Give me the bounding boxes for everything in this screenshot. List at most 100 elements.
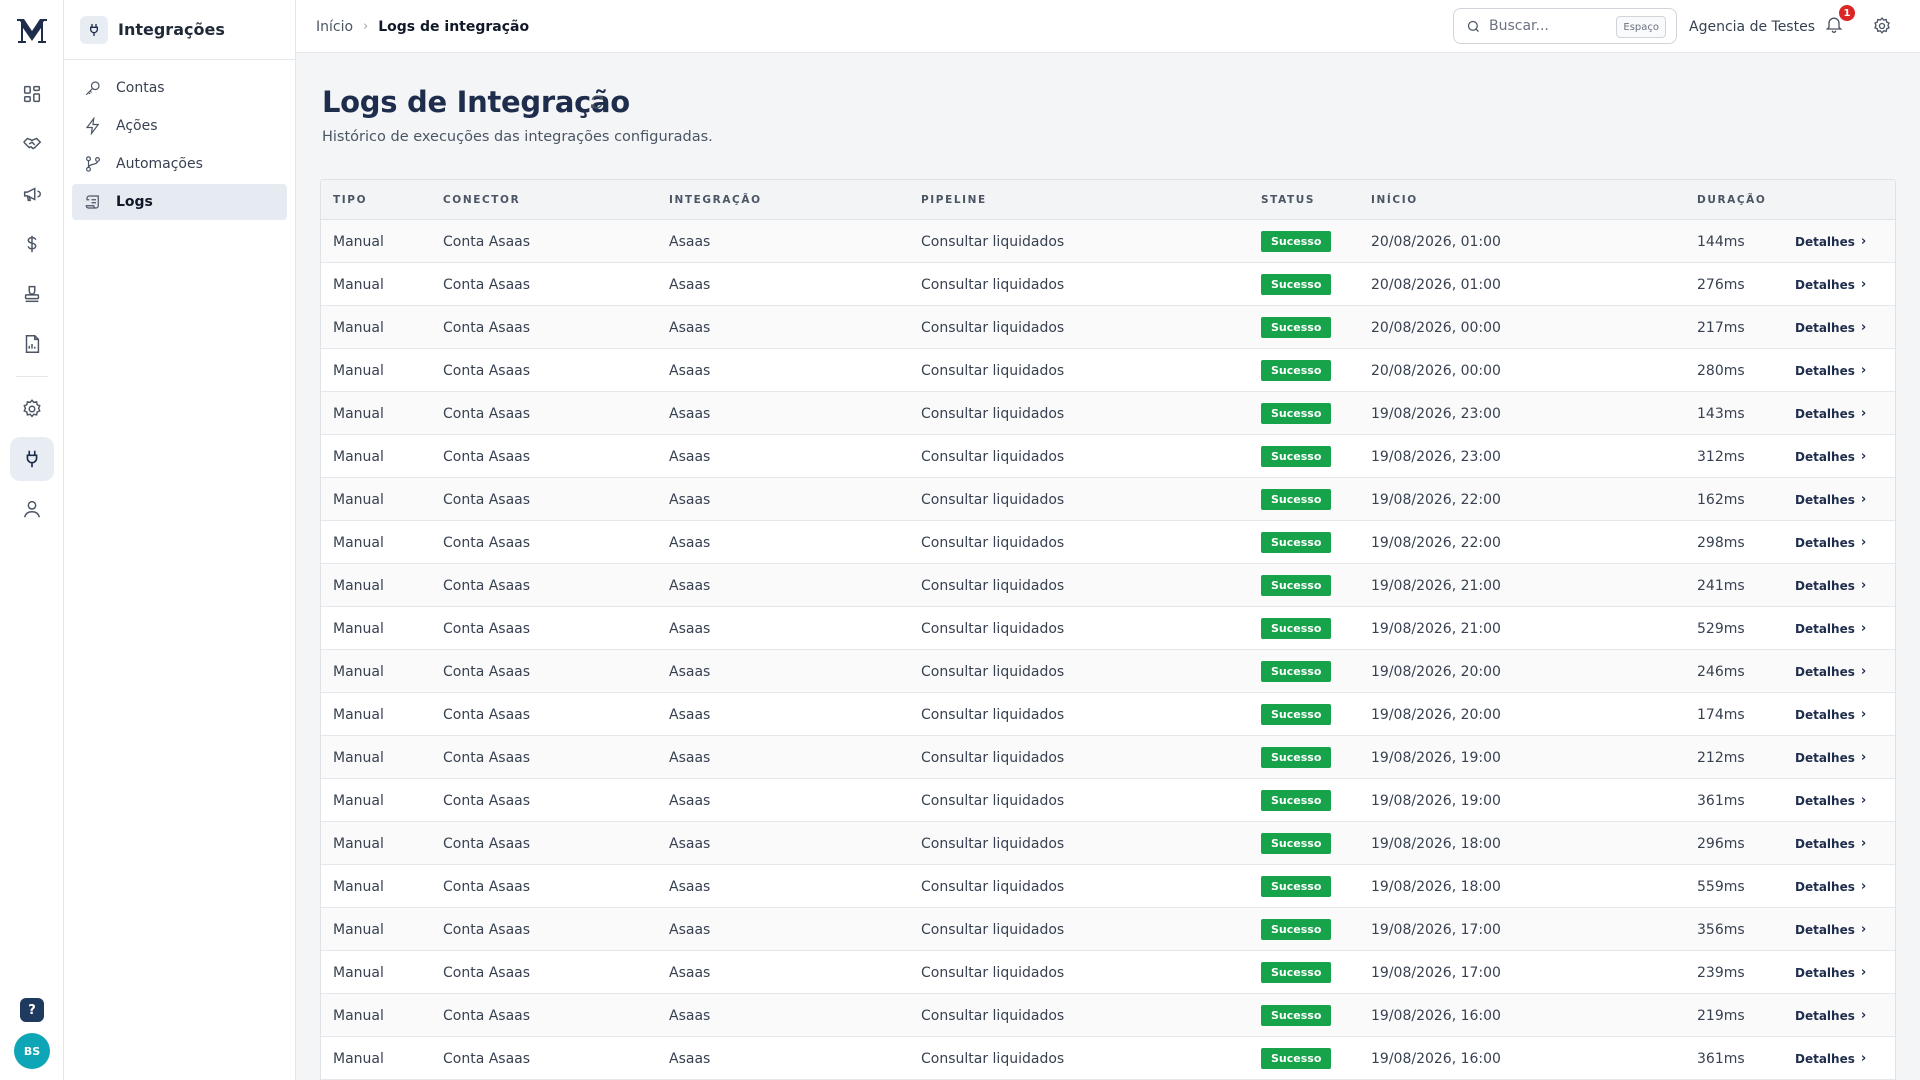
sidebar-item-logs[interactable]: Logs xyxy=(72,184,287,220)
page-subtitle: Histórico de execuções das integrações c… xyxy=(322,129,713,145)
cell-actions: Detalhes › xyxy=(1795,607,1866,650)
cell-integracao: Asaas xyxy=(669,1007,711,1024)
table-row[interactable]: Manual Conta Asaas Asaas Consultar liquidad… xyxy=(321,994,1895,1037)
cell-status: Sucesso xyxy=(1261,951,1332,994)
table-row[interactable]: Manual Conta Asaas Asaas Consultar liquidad… xyxy=(321,521,1895,564)
cell-status: Sucesso xyxy=(1261,1037,1332,1080)
details-link[interactable]: Detalhes › xyxy=(1795,879,1866,894)
table-row[interactable]: Manual Conta Asaas Asaas Consultar liquidad… xyxy=(321,693,1895,736)
rail-integrations-button[interactable] xyxy=(10,437,54,481)
table-row[interactable]: Manual Conta Asaas Asaas Consultar liquidad… xyxy=(321,908,1895,951)
column-header-pipeline[interactable]: Pipeline xyxy=(921,180,987,220)
status-badge: Sucesso xyxy=(1261,876,1332,897)
status-badge: Sucesso xyxy=(1261,403,1332,424)
column-header-duracao[interactable]: Duração xyxy=(1697,180,1766,220)
cell-status: Sucesso xyxy=(1261,349,1332,392)
breadcrumb-home[interactable]: Início xyxy=(316,19,353,35)
table-row[interactable]: Manual Conta Asaas Asaas Consultar liquidad… xyxy=(321,392,1895,435)
details-label: Detalhes xyxy=(1795,664,1855,679)
cell-integracao: Asaas xyxy=(669,448,711,465)
details-link[interactable]: Detalhes › xyxy=(1795,750,1866,765)
details-link[interactable]: Detalhes › xyxy=(1795,922,1866,937)
details-link[interactable]: Detalhes › xyxy=(1795,406,1866,421)
details-link[interactable]: Detalhes › xyxy=(1795,707,1866,722)
search-input[interactable] xyxy=(1489,18,1607,34)
table-row[interactable]: Manual Conta Asaas Asaas Consultar liquidad… xyxy=(321,220,1895,263)
table-row[interactable]: Manual Conta Asaas Asaas Consultar liquidad… xyxy=(321,779,1895,822)
table-row[interactable]: Manual Conta Asaas Asaas Consultar liquidad… xyxy=(321,435,1895,478)
cell-actions: Detalhes › xyxy=(1795,951,1866,994)
rail-reports-button[interactable] xyxy=(10,322,54,366)
sidebar-item-automacoes[interactable]: Automações xyxy=(72,146,287,182)
sidebar-item-label: Automações xyxy=(116,156,203,172)
cell-status: Sucesso xyxy=(1261,521,1332,564)
sidebar-header: Integrações xyxy=(64,0,295,60)
details-link[interactable]: Detalhes › xyxy=(1795,320,1866,335)
cell-status: Sucesso xyxy=(1261,822,1332,865)
refresh-button[interactable] xyxy=(588,93,606,111)
details-link[interactable]: Detalhes › xyxy=(1795,836,1866,851)
column-header-tipo[interactable]: Tipo xyxy=(333,180,367,220)
cell-conector: Conta Asaas xyxy=(443,620,531,637)
rail-users-button[interactable] xyxy=(10,487,54,531)
table-row[interactable]: Manual Conta Asaas Asaas Consultar liquidad… xyxy=(321,822,1895,865)
details-link[interactable]: Detalhes › xyxy=(1795,535,1866,550)
table-row[interactable]: Manual Conta Asaas Asaas Consultar liquidad… xyxy=(321,607,1895,650)
rail-documents-button[interactable] xyxy=(10,272,54,316)
details-label: Detalhes xyxy=(1795,965,1855,980)
organization-name[interactable]: Agencia de Testes xyxy=(1689,0,1815,53)
table-row[interactable]: Manual Conta Asaas Asaas Consultar liquidad… xyxy=(321,650,1895,693)
details-link[interactable]: Detalhes › xyxy=(1795,578,1866,593)
table-row[interactable]: Manual Conta Asaas Asaas Consultar liquidad… xyxy=(321,951,1895,994)
table-row[interactable]: Manual Conta Asaas Asaas Consultar liquidad… xyxy=(321,564,1895,607)
details-link[interactable]: Detalhes › xyxy=(1795,664,1866,679)
rail-settings-button[interactable] xyxy=(10,387,54,431)
cell-integracao: Asaas xyxy=(669,878,711,895)
cell-actions: Detalhes › xyxy=(1795,908,1866,951)
column-header-status[interactable]: Status xyxy=(1261,180,1315,220)
details-link[interactable]: Detalhes › xyxy=(1795,965,1866,980)
search-box[interactable]: Espaço xyxy=(1453,8,1677,44)
sidebar-title: Integrações xyxy=(118,20,225,39)
details-link[interactable]: Detalhes › xyxy=(1795,449,1866,464)
cell-duracao: 559ms xyxy=(1697,878,1745,895)
rail-dashboard-button[interactable] xyxy=(10,72,54,116)
rail-finance-button[interactable] xyxy=(10,222,54,266)
settings-button[interactable] xyxy=(1872,16,1892,36)
details-label: Detalhes xyxy=(1795,621,1855,636)
rail-deals-button[interactable] xyxy=(10,122,54,166)
table-row[interactable]: Manual Conta Asaas Asaas Consultar liquidad… xyxy=(321,736,1895,779)
details-link[interactable]: Detalhes › xyxy=(1795,492,1866,507)
sidebar-item-contas[interactable]: Contas xyxy=(72,70,287,106)
details-link[interactable]: Detalhes › xyxy=(1795,1008,1866,1023)
help-button[interactable]: ? xyxy=(20,998,44,1022)
details-link[interactable]: Detalhes › xyxy=(1795,793,1866,808)
details-link[interactable]: Detalhes › xyxy=(1795,234,1866,249)
details-link[interactable]: Detalhes › xyxy=(1795,621,1866,636)
table-row[interactable]: Manual Conta Asaas Asaas Consultar liquidad… xyxy=(321,263,1895,306)
table-row[interactable]: Manual Conta Asaas Asaas Consultar liquidad… xyxy=(321,306,1895,349)
sidebar-item-acoes[interactable]: Ações xyxy=(72,108,287,144)
table-row[interactable]: Manual Conta Asaas Asaas Consultar liquidad… xyxy=(321,349,1895,392)
search-shortcut-hint: Espaço xyxy=(1616,16,1666,38)
status-badge: Sucesso xyxy=(1261,360,1332,381)
column-header-integracao[interactable]: Integração xyxy=(669,180,762,220)
app-logo[interactable] xyxy=(16,16,48,44)
rail-marketing-button[interactable] xyxy=(10,172,54,216)
table-row[interactable]: Manual Conta Asaas Asaas Consultar liquidad… xyxy=(321,865,1895,908)
table-row[interactable]: Manual Conta Asaas Asaas Consultar liquidad… xyxy=(321,478,1895,521)
cell-actions: Detalhes › xyxy=(1795,392,1866,435)
table-row[interactable]: Manual Conta Asaas Asaas Consultar liquidad… xyxy=(321,1037,1895,1080)
cell-conector: Conta Asaas xyxy=(443,319,531,336)
cell-pipeline: Consultar liquidados xyxy=(921,362,1065,379)
column-header-inicio[interactable]: Início xyxy=(1371,180,1418,220)
details-link[interactable]: Detalhes › xyxy=(1795,1051,1866,1066)
details-link[interactable]: Detalhes › xyxy=(1795,363,1866,378)
cell-pipeline: Consultar liquidados xyxy=(921,491,1065,508)
status-badge: Sucesso xyxy=(1261,231,1332,252)
details-link[interactable]: Detalhes › xyxy=(1795,277,1866,292)
avatar[interactable]: BS xyxy=(14,1033,50,1069)
status-badge: Sucesso xyxy=(1261,317,1332,338)
column-header-conector[interactable]: Conector xyxy=(443,180,520,220)
rail-divider xyxy=(16,376,48,377)
